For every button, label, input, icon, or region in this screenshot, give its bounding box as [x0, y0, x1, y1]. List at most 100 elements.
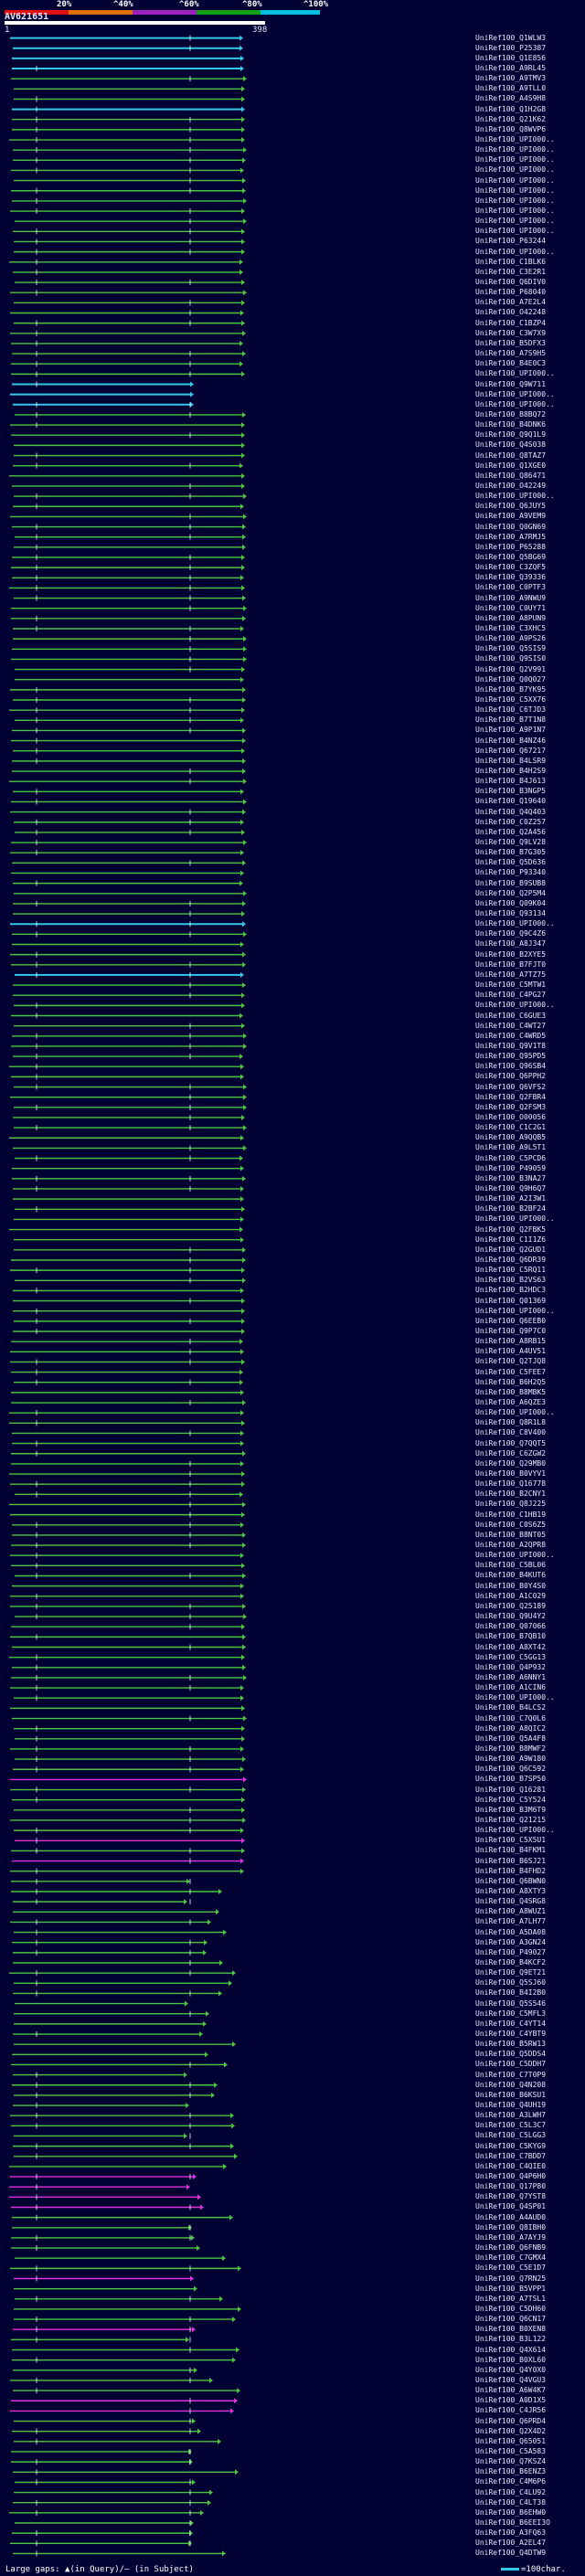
hit-row[interactable] [13, 747, 245, 754]
hit-accession[interactable]: UniRef100_B3NGP5 [475, 787, 546, 796]
hit-accession[interactable]: UniRef100_Q1E856 [475, 54, 546, 63]
hit-accession[interactable]: UniRef100_C0PTF3 [475, 583, 546, 592]
hit-accession[interactable]: UniRef100_C1BZP4 [475, 319, 546, 328]
hit-accession[interactable]: UniRef100_B6ENZ3 [475, 2467, 546, 2476]
hit-row[interactable] [10, 310, 244, 316]
hit-accession[interactable]: UniRef100_Q19640 [475, 797, 546, 806]
hit-accession[interactable]: UniRef100_A8WUZ1 [475, 1907, 546, 1916]
hit-accession[interactable]: UniRef100_Q5S546 [475, 1999, 546, 2009]
hit-row[interactable] [15, 829, 245, 835]
hit-accession[interactable]: UniRef100_Q21215 [475, 1816, 546, 1825]
hit-row[interactable] [14, 1980, 232, 1987]
hit-row[interactable] [9, 1471, 245, 1478]
hit-accession[interactable]: UniRef100_C3XHC5 [475, 624, 546, 633]
hit-row[interactable] [11, 737, 246, 744]
hit-row[interactable] [9, 259, 243, 265]
hit-accession[interactable]: UniRef100_Q86471 [475, 472, 546, 481]
hit-row[interactable] [10, 1817, 246, 1823]
hit-accession[interactable]: UniRef100_B8NT05 [475, 1531, 546, 1540]
hit-accession[interactable]: UniRef100_Q4X614 [475, 2346, 546, 2355]
hit-accession[interactable]: UniRef100_Q67217 [475, 747, 546, 756]
hit-row[interactable] [11, 1878, 191, 1884]
hit-accession[interactable]: UniRef100_UPI000.. [475, 1693, 555, 1702]
hit-row[interactable] [14, 2316, 236, 2323]
hit-row[interactable] [11, 2459, 193, 2465]
hit-accession[interactable]: UniRef100_C5PCD6 [475, 1154, 546, 1163]
hit-row[interactable] [13, 157, 246, 164]
hit-accession[interactable]: UniRef100_B4FKM1 [475, 1846, 546, 1855]
hit-accession[interactable]: UniRef100_B4DNK6 [475, 420, 546, 429]
hit-accession[interactable]: UniRef100_Q6DIV0 [475, 278, 546, 287]
hit-row[interactable] [14, 595, 246, 601]
hit-accession[interactable]: UniRef100_B4I2B0 [475, 1988, 546, 1998]
hit-row[interactable] [11, 1074, 244, 1080]
hit-accession[interactable]: UniRef100_Q1H2G8 [475, 105, 546, 114]
hit-accession[interactable]: UniRef100_C4YBT9 [475, 2030, 546, 2039]
hit-accession[interactable]: UniRef100_A7TSL1 [475, 2295, 546, 2304]
hit-accession[interactable]: UniRef100_C5MTW1 [475, 981, 546, 990]
hit-accession[interactable]: UniRef100_A2QPR8 [475, 1541, 546, 1550]
hit-row[interactable] [14, 493, 247, 500]
hit-accession[interactable]: UniRef100_Q5SJ60 [475, 1978, 546, 1988]
hit-accession[interactable]: UniRef100_O00056 [475, 1113, 546, 1122]
hit-accession[interactable]: UniRef100_A8RB15 [475, 1337, 546, 1346]
hit-row[interactable] [10, 1705, 245, 1712]
hit-row[interactable] [14, 1379, 243, 1385]
hit-accession[interactable]: UniRef100_C4QIE0 [475, 2162, 546, 2171]
hit-accession[interactable]: UniRef100_A9W180 [475, 1754, 546, 1764]
hit-accession[interactable]: UniRef100_Q8WVP6 [475, 125, 546, 134]
hit-accession[interactable]: UniRef100_UPI000.. [475, 1214, 555, 1224]
hit-row[interactable] [13, 900, 246, 906]
hit-row[interactable] [12, 575, 244, 581]
hit-row[interactable] [13, 1899, 191, 1905]
hit-row[interactable] [13, 1909, 219, 1915]
hit-row[interactable] [11, 1450, 246, 1457]
hit-accession[interactable]: UniRef100_Q1XGE0 [475, 461, 546, 471]
hit-row[interactable] [12, 2530, 193, 2537]
hit-row[interactable] [9, 1654, 245, 1660]
hit-accession[interactable]: UniRef100_P65288 [475, 543, 546, 552]
hit-accession[interactable]: UniRef100_C5BL06 [475, 1561, 546, 1570]
hit-accession[interactable]: UniRef100_Q5A4F8 [475, 1734, 546, 1744]
hit-row[interactable] [12, 554, 245, 560]
hit-accession[interactable]: UniRef100_A7TZ75 [475, 970, 546, 980]
hit-accession[interactable]: UniRef100_B4E0C3 [475, 359, 546, 368]
hit-accession[interactable]: UniRef100_A7S9H5 [475, 349, 546, 358]
hit-row[interactable] [11, 1256, 246, 1263]
hit-accession[interactable]: UniRef100_C5MFL3 [475, 2009, 546, 2019]
hit-row[interactable] [12, 1440, 244, 1447]
hit-row[interactable] [11, 2245, 200, 2252]
hit-row[interactable] [9, 2163, 227, 2169]
hit-row[interactable] [10, 2174, 197, 2180]
hit-row[interactable] [10, 391, 194, 398]
hit-row[interactable] [11, 2234, 195, 2241]
hit-row[interactable] [10, 1745, 244, 1752]
hit-accession[interactable]: UniRef100_UPI000.. [475, 492, 555, 501]
hit-row[interactable] [13, 1298, 245, 1304]
hit-accession[interactable]: UniRef100_B2VS63 [475, 1276, 546, 1285]
hit-row[interactable] [12, 941, 244, 948]
hit-accession[interactable]: UniRef100_C4PG27 [475, 991, 546, 1000]
hit-accession[interactable]: UniRef100_B2HDC3 [475, 1286, 546, 1295]
hit-accession[interactable]: UniRef100_A6NNY1 [475, 1673, 546, 1682]
hit-row[interactable] [10, 951, 246, 958]
hit-row[interactable] [13, 625, 244, 631]
hit-row[interactable] [13, 1145, 247, 1151]
hit-row[interactable] [13, 401, 194, 408]
hit-accession[interactable]: UniRef100_A9TLL0 [475, 84, 546, 93]
hit-row[interactable] [13, 1990, 222, 1997]
hit-accession[interactable]: UniRef100_A9RL45 [475, 64, 546, 73]
hit-row[interactable] [13, 269, 243, 275]
hit-accession[interactable]: UniRef100_A8QIC2 [475, 1724, 546, 1733]
hit-accession[interactable]: UniRef100_B3NA27 [475, 1174, 546, 1183]
hit-accession[interactable]: UniRef100_C4LU92 [475, 2488, 546, 2497]
hit-accession[interactable]: UniRef100_A3LWH7 [475, 2111, 546, 2120]
hit-accession[interactable]: UniRef100_C5X5U1 [475, 1836, 546, 1845]
hit-accession[interactable]: UniRef100_UPI000.. [475, 196, 555, 206]
hit-accession[interactable]: UniRef100_Q6VFS2 [475, 1083, 546, 1092]
hit-accession[interactable]: UniRef100_Q0Q027 [475, 675, 546, 684]
hit-accession[interactable]: UniRef100_C6ZGW2 [475, 1449, 546, 1458]
hit-row[interactable] [12, 1858, 244, 1864]
hit-row[interactable] [13, 45, 243, 51]
hit-accession[interactable]: UniRef100_UPI000.. [475, 400, 555, 409]
